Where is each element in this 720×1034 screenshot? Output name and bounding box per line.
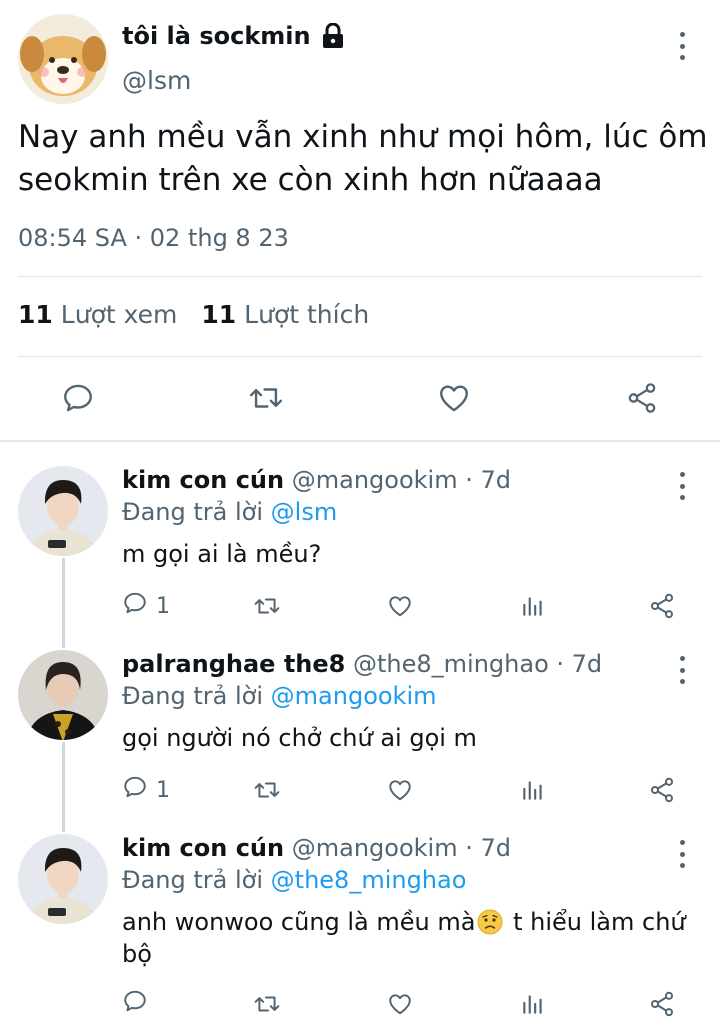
author-avatar[interactable] — [18, 14, 108, 104]
reply-display-name[interactable]: kim con cún — [122, 466, 284, 494]
more-icon[interactable] — [677, 472, 687, 500]
replying-to-link[interactable]: @the8_minghao — [271, 866, 467, 894]
replying-label: Đang trả lời — [122, 866, 264, 894]
author-display-name: tôi là sockmin — [122, 22, 311, 50]
views-count: 11 — [18, 300, 53, 329]
tweet-stats: 11 Lượt xem 11 Lượt thích — [18, 300, 369, 329]
more-icon[interactable] — [677, 656, 687, 684]
share-icon[interactable] — [648, 772, 676, 808]
reply-header: kim con cún @mangookim · 7d — [122, 466, 511, 494]
like-icon[interactable] — [386, 772, 414, 808]
views-icon[interactable] — [520, 588, 546, 624]
replying-to-link[interactable]: @mangookim — [271, 682, 437, 710]
reply-action-bar: 1 — [110, 772, 720, 808]
likes-label: Lượt thích — [244, 300, 370, 329]
replying-to: Đang trả lời @the8_minghao — [122, 866, 466, 894]
reply-count: 1 — [156, 593, 170, 619]
replying-to: Đang trả lời @mangookim — [122, 682, 437, 710]
replying-to: Đang trả lời @lsm — [122, 498, 337, 526]
reply-handle-time[interactable]: @mangookim · 7d — [292, 466, 511, 494]
reply-avatar[interactable] — [18, 834, 108, 924]
like-icon[interactable] — [386, 588, 414, 624]
reply-header: palranghae the8 @the8_minghao · 7d — [122, 650, 602, 678]
views-icon[interactable] — [520, 986, 546, 1022]
like-icon[interactable] — [434, 376, 474, 420]
divider — [18, 276, 702, 277]
retweet-icon[interactable] — [252, 772, 282, 808]
retweet-icon[interactable] — [252, 588, 282, 624]
reply-avatar[interactable] — [18, 466, 108, 556]
reply-handle-time[interactable]: @mangookim · 7d — [292, 834, 511, 862]
thread-line — [62, 742, 65, 832]
reply-icon[interactable] — [58, 376, 98, 420]
retweet-icon[interactable] — [246, 376, 286, 420]
more-icon[interactable] — [677, 840, 687, 868]
author-name[interactable]: tôi là sockmin — [122, 22, 345, 50]
reply-display-name[interactable]: kim con cún — [122, 834, 284, 862]
tweet-text: Nay anh mều vẫn xinh như mọi hôm, lúc ôm… — [18, 119, 708, 198]
tweet-action-bar — [0, 376, 720, 420]
reply-count: 1 — [156, 777, 170, 803]
retweet-icon[interactable] — [252, 986, 282, 1022]
likes-count: 11 — [201, 300, 237, 329]
thread-line — [62, 558, 65, 648]
reply-text: m gọi ai là mều? — [122, 540, 322, 568]
views-stat[interactable]: 11 Lượt xem — [18, 300, 177, 329]
reply-text: anh wonwoo cũng là mều mà t hiểu làm chứ… — [122, 906, 692, 970]
reply-button[interactable] — [122, 986, 156, 1022]
reply-header: kim con cún @mangookim · 7d — [122, 834, 511, 862]
share-icon[interactable] — [648, 986, 676, 1022]
reply-text-part: anh wonwoo cũng là mều mà — [122, 908, 476, 936]
replying-to-link[interactable]: @lsm — [271, 498, 338, 526]
reply-icon — [122, 590, 148, 622]
worried-face-emoji — [477, 909, 503, 935]
replying-label: Đang trả lời — [122, 682, 264, 710]
likes-stat[interactable]: 11 Lượt thích — [201, 300, 369, 329]
views-icon[interactable] — [520, 772, 546, 808]
author-handle[interactable]: @lsm — [122, 66, 191, 95]
reply-action-bar: 1 — [110, 588, 720, 624]
lock-icon — [321, 22, 345, 49]
reply-icon — [122, 774, 148, 806]
reply-button[interactable]: 1 — [122, 588, 170, 624]
share-icon[interactable] — [622, 376, 662, 420]
like-icon[interactable] — [386, 986, 414, 1022]
tweet-timestamp[interactable]: 08:54 SA · 02 thg 8 23 — [18, 224, 289, 252]
reply-action-bar — [110, 986, 720, 1022]
views-label: Lượt xem — [60, 300, 178, 329]
reply-avatar[interactable] — [18, 650, 108, 740]
replying-label: Đang trả lời — [122, 498, 264, 526]
reply-button[interactable]: 1 — [122, 772, 170, 808]
reply-text: gọi người nó chở chứ ai gọi m — [122, 724, 477, 752]
reply-handle-time[interactable]: @the8_minghao · 7d — [353, 650, 602, 678]
reply-icon — [122, 988, 148, 1020]
divider — [18, 356, 702, 357]
reply-display-name[interactable]: palranghae the8 — [122, 650, 345, 678]
share-icon[interactable] — [648, 588, 676, 624]
section-divider — [0, 440, 720, 442]
more-icon[interactable] — [677, 32, 687, 60]
